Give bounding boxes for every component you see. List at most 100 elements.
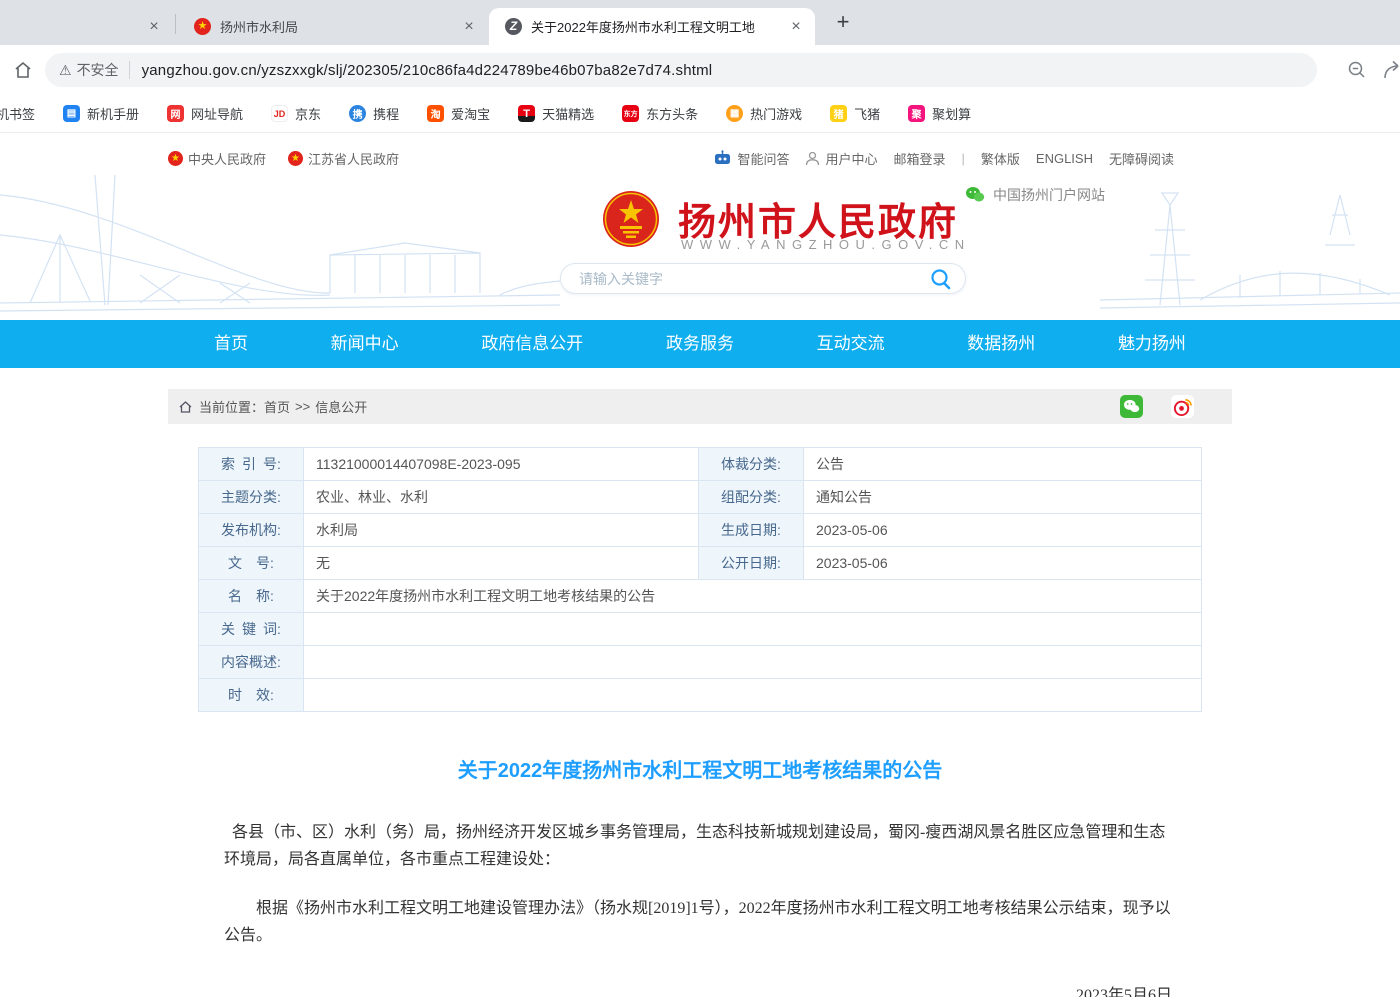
meta-value-keywords — [304, 613, 1202, 646]
bookmark-nav-site[interactable]: 网 网址导航 — [167, 104, 243, 123]
meta-label: 发布机构: — [199, 514, 304, 547]
user-center-link[interactable]: 用户中心 — [805, 149, 877, 168]
accessible-reading-link[interactable]: 无障碍阅读 — [1109, 149, 1174, 168]
meta-value-validity — [304, 679, 1202, 712]
fliggy-icon: 猪 — [830, 105, 847, 122]
new-tab-button[interactable]: + — [828, 8, 858, 38]
meta-value-category: 通知公告 — [804, 481, 1202, 514]
meta-label: 索 引 号: — [199, 448, 304, 481]
nav-data[interactable]: 数据扬州 — [967, 320, 1035, 368]
gov-emblem-favicon: ★ — [194, 18, 211, 35]
close-icon[interactable]: × — [787, 18, 805, 36]
meta-label: 时 效: — [199, 679, 304, 712]
share-icon[interactable] — [1382, 59, 1400, 81]
link-jiangsu-gov[interactable]: ★ 江苏省人民政府 — [288, 149, 399, 168]
bridge-artwork-right — [1100, 175, 1400, 320]
tab-title: 关于2022年度扬州市水利工程文明工地 — [531, 17, 783, 36]
tab-active-article[interactable]: Z 关于2022年度扬州市水利工程文明工地 × — [489, 8, 815, 45]
home-icon[interactable] — [178, 400, 193, 414]
bookmark-manual[interactable]: ▤ 新机手册 — [63, 104, 139, 123]
table-row: 关 键 词: — [199, 613, 1202, 646]
browser-logo-favicon: Z — [505, 18, 522, 35]
bridge-artwork-left — [0, 175, 560, 320]
meta-value-title: 关于2022年度扬州市水利工程文明工地考核结果的公告 — [304, 580, 1202, 613]
bookmark-ctrip[interactable]: 携 携程 — [349, 104, 399, 123]
english-version-link[interactable]: ENGLISH — [1036, 151, 1093, 166]
bookmark-label: 爱淘宝 — [451, 104, 490, 123]
table-row: 索 引 号: 11321000014407098E-2023-095 体裁分类:… — [199, 448, 1202, 481]
content-area: 当前位置： 首页 >> 信息公开 索 引 号: 1132100001440709… — [168, 389, 1232, 997]
url-text[interactable]: yangzhou.gov.cn/yzszxxgk/slj/202305/210c… — [142, 62, 713, 79]
nav-news[interactable]: 新闻中心 — [331, 320, 399, 368]
nav-charm[interactable]: 魅力扬州 — [1118, 320, 1186, 368]
smart-qa-link[interactable]: 智能问答 — [713, 149, 789, 168]
zoom-out-icon[interactable] — [1346, 59, 1368, 81]
article: 关于2022年度扬州市水利工程文明工地考核结果的公告 各县（市、区）水利（务）局… — [168, 754, 1232, 997]
weibo-share-icon[interactable] — [1171, 395, 1194, 418]
nav-services[interactable]: 政务服务 — [666, 320, 734, 368]
meta-label: 公开日期: — [699, 547, 804, 580]
meta-label: 内容概述: — [199, 646, 304, 679]
nav-site-icon: 网 — [167, 105, 184, 122]
share-icons — [1120, 395, 1222, 418]
site-header: 扬州市人民政府 WWW.YANGZHOU.GOV.CN 中国扬州门户网站 — [0, 175, 1400, 320]
bookmark-label: 网址导航 — [191, 104, 243, 123]
toolbar-right-icons — [1346, 45, 1400, 95]
nav-home[interactable]: 首页 — [214, 320, 248, 368]
site-search[interactable] — [560, 263, 966, 294]
breadcrumb: 当前位置： 首页 >> 信息公开 — [168, 389, 1232, 424]
wechat-icon — [965, 186, 985, 204]
gov-emblem-icon: ★ — [168, 151, 183, 166]
search-input[interactable] — [579, 271, 929, 287]
article-paragraph-recipients: 各县（市、区）水利（务）局，扬州经济开发区城乡事务管理局，生态科技新城规划建设局… — [224, 819, 1176, 873]
portal-badge[interactable]: 中国扬州门户网站 — [965, 185, 1105, 205]
address-bar[interactable]: ⚠ 不安全 yangzhou.gov.cn/yzszxxgk/slj/20230… — [45, 53, 1317, 87]
link-central-gov[interactable]: ★ 中央人民政府 — [168, 149, 266, 168]
meta-label: 名 称: — [199, 580, 304, 613]
portal-label: 中国扬州门户网站 — [993, 185, 1105, 205]
bookmark-label: 聚划算 — [932, 104, 971, 123]
wechat-share-icon[interactable] — [1120, 395, 1143, 418]
nav-interaction[interactable]: 互动交流 — [817, 320, 885, 368]
table-row: 文 号: 无 公开日期: 2023-05-06 — [199, 547, 1202, 580]
link-label: 中央人民政府 — [188, 149, 266, 168]
table-row: 发布机构: 水利局 生成日期: 2023-05-06 — [199, 514, 1202, 547]
bookmark-tmall[interactable]: T 天猫精选 — [518, 104, 594, 123]
mail-login-link[interactable]: 邮箱登录 — [893, 149, 945, 168]
bookmark-jd[interactable]: JD 京东 — [271, 104, 321, 123]
bookmark-games[interactable]: ▦ 热门游戏 — [726, 104, 802, 123]
bookmark-label: 京东 — [295, 104, 321, 123]
bookmark-mobile[interactable]: 机书签 — [0, 104, 35, 123]
meta-value-publish-date: 2023-05-06 — [804, 547, 1202, 580]
nav-info-disclosure[interactable]: 政府信息公开 — [481, 320, 583, 368]
bookmark-label: 东方头条 — [646, 104, 698, 123]
bookmark-juhuasuan[interactable]: 聚 聚划算 — [908, 104, 971, 123]
home-icon[interactable] — [13, 60, 33, 80]
gov-links-bar: ★ 中央人民政府 ★ 江苏省人民政府 智能问答 用户中心 邮箱登录 | 繁体版 … — [168, 133, 1232, 175]
meta-label: 体裁分类: — [699, 448, 804, 481]
browser-toolbar: ⚠ 不安全 yangzhou.gov.cn/yzszxxgk/slj/20230… — [0, 45, 1400, 95]
meta-value-index-number: 11321000014407098E-2023-095 — [304, 448, 699, 481]
bookmark-label: 携程 — [373, 104, 399, 123]
bookmark-taobao[interactable]: 淘 爱淘宝 — [427, 104, 490, 123]
tab-shuiliju[interactable]: ★ 扬州市水利局 × — [176, 8, 488, 45]
bookmark-fliggy[interactable]: 猪 飞猪 — [830, 104, 880, 123]
bookmark-label: 天猫精选 — [542, 104, 594, 123]
tab-partial[interactable]: × — [0, 8, 175, 45]
link-label: 用户中心 — [825, 149, 877, 168]
search-icon[interactable] — [929, 267, 953, 291]
traditional-version-link[interactable]: 繁体版 — [981, 149, 1020, 168]
close-icon[interactable]: × — [145, 18, 163, 36]
ctrip-icon: 携 — [349, 105, 366, 122]
browser-tab-bar: × ★ 扬州市水利局 × Z 关于2022年度扬州市水利工程文明工地 × + — [0, 0, 1400, 45]
meta-label: 生成日期: — [699, 514, 804, 547]
document-meta-table: 索 引 号: 11321000014407098E-2023-095 体裁分类:… — [198, 447, 1202, 712]
article-paragraph-basis: 根据《扬州市水利工程文明工地建设管理办法》（扬水规[2019]1号），2022年… — [224, 895, 1176, 949]
bookmark-toutiao[interactable]: 东方 东方头条 — [622, 104, 698, 123]
breadcrumb-home-link[interactable]: 首页 — [264, 397, 290, 416]
table-row: 主题分类: 农业、林业、水利 组配分类: 通知公告 — [199, 481, 1202, 514]
link-label: 江苏省人民政府 — [308, 149, 399, 168]
close-icon[interactable]: × — [460, 18, 478, 36]
breadcrumb-section-link[interactable]: 信息公开 — [315, 397, 367, 416]
manual-icon: ▤ — [63, 105, 80, 122]
